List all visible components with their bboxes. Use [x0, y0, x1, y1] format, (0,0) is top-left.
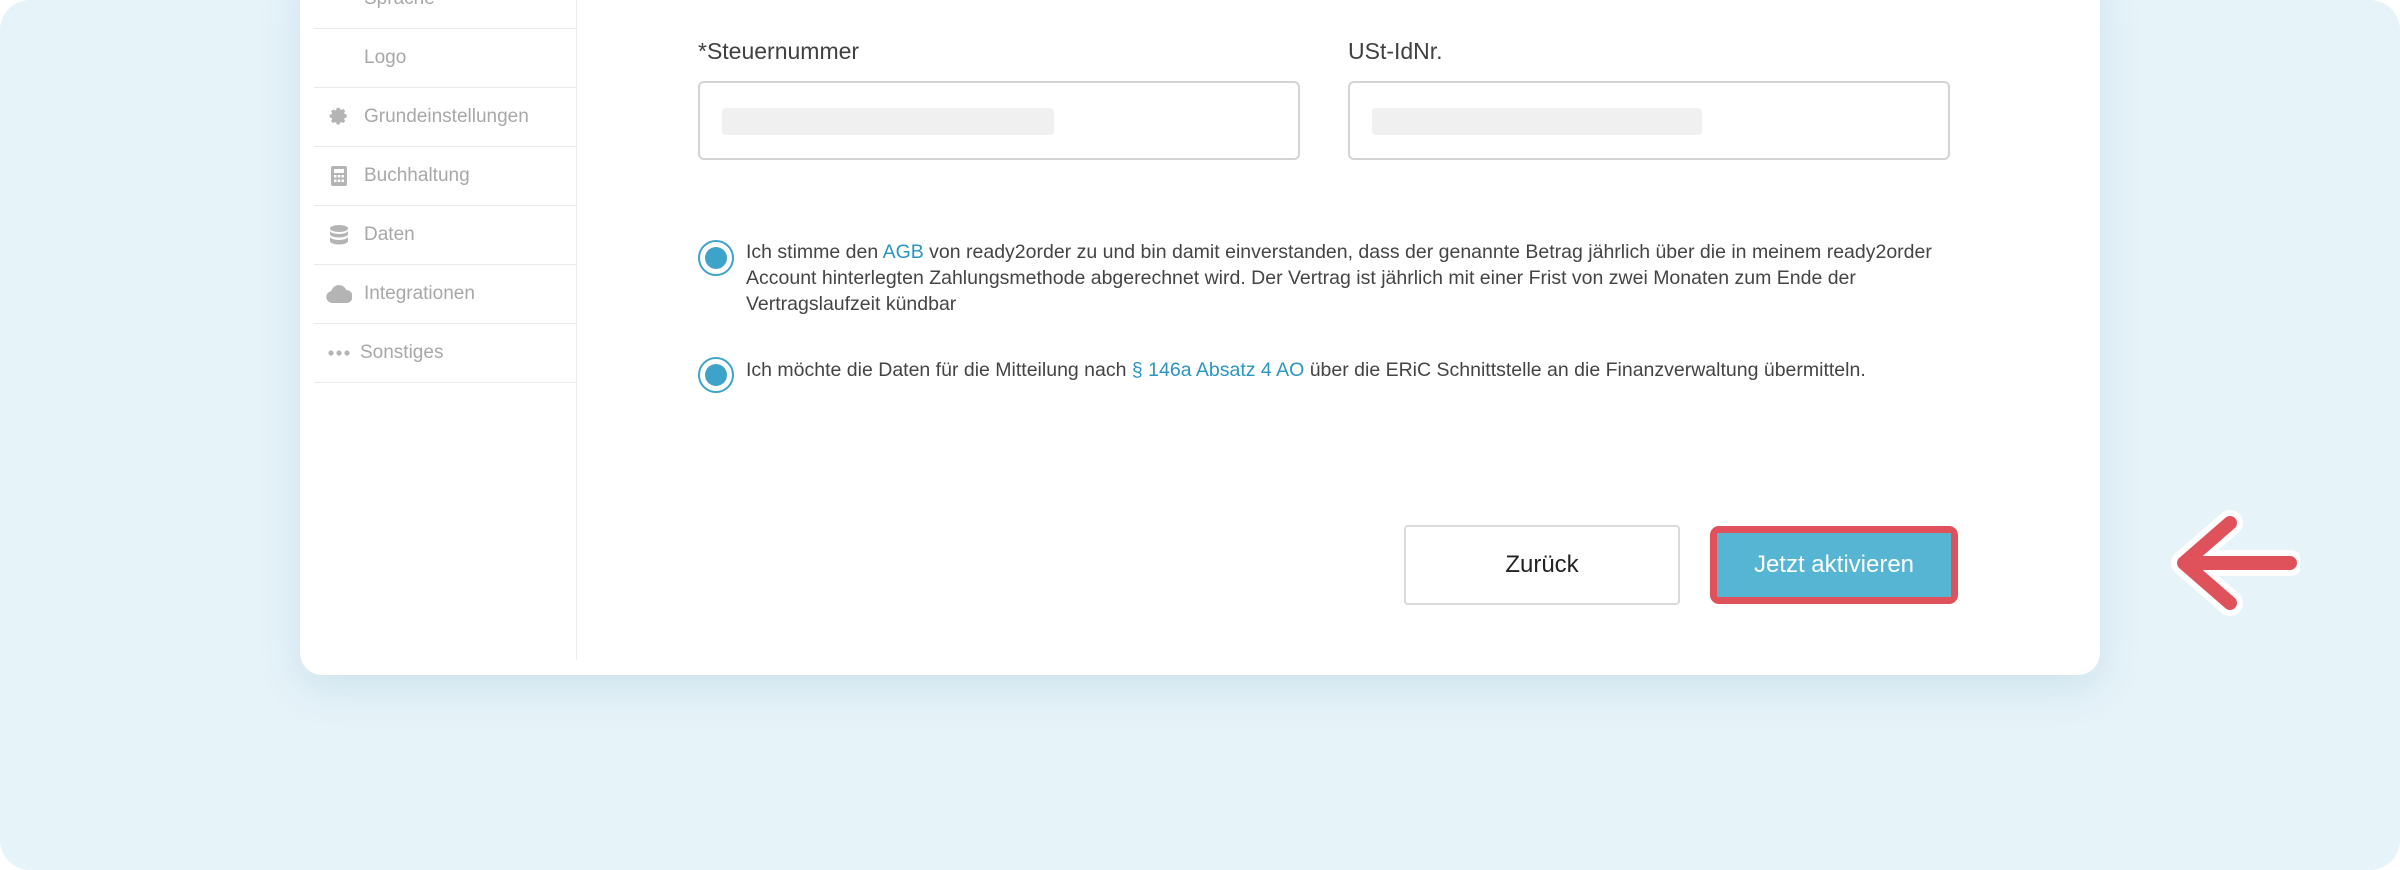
sidebar-item-label: Buchhaltung: [364, 165, 470, 186]
sidebar-item-grundeinstellungen[interactable]: Grundeinstellungen: [314, 88, 577, 147]
sidebar-item-daten[interactable]: Daten: [314, 206, 577, 265]
sidebar-item-sonstiges[interactable]: Sonstiges: [314, 324, 577, 383]
sidebar-item-label: Daten: [364, 224, 415, 245]
settings-sidebar: Sprache Logo Grundeinstellungen Buchhalt…: [300, 0, 577, 660]
ao-link[interactable]: § 146a Absatz 4 AO: [1132, 359, 1304, 381]
sidebar-item-integrationen[interactable]: Integrationen: [314, 265, 577, 324]
sidebar-item-label: Sprache: [364, 0, 435, 10]
tax-number-placeholder: [722, 108, 1054, 135]
tax-number-label: *Steuernummer: [698, 38, 860, 64]
vat-id-placeholder: [1372, 108, 1702, 135]
activate-button[interactable]: Jetzt aktivieren: [1717, 533, 1951, 597]
sidebar-item-label: Integrationen: [364, 283, 475, 304]
tax-number-field[interactable]: [698, 81, 1300, 160]
cloud-icon: [326, 283, 352, 305]
agb-consent-text: Ich stimme den AGB von ready2order zu un…: [746, 241, 1932, 315]
vat-id-label: USt-IdNr.: [1348, 38, 1443, 64]
arrow-left-icon: [2171, 510, 2300, 616]
database-icon: [326, 224, 352, 246]
sidebar-item-sprache[interactable]: Sprache: [314, 0, 577, 29]
sidebar-item-label: Sonstiges: [360, 342, 444, 363]
gear-icon: [326, 106, 352, 128]
more-dots-icon: [326, 342, 352, 364]
sidebar-item-label: Logo: [364, 47, 407, 68]
settings-card: Sprache Logo Grundeinstellungen Buchhalt…: [300, 0, 2100, 675]
agb-link[interactable]: AGB: [883, 241, 924, 263]
vat-id-field[interactable]: [1348, 81, 1950, 160]
sidebar-item-label: Grundeinstellungen: [364, 106, 529, 127]
calculator-icon: [326, 165, 352, 187]
sidebar-item-buchhaltung[interactable]: Buchhaltung: [314, 147, 577, 206]
back-button[interactable]: Zurück: [1404, 525, 1680, 605]
agb-consent-checkbox[interactable]: [698, 240, 734, 276]
eric-consent-text: Ich möchte die Daten für die Mitteilung …: [746, 359, 1866, 381]
sidebar-item-logo[interactable]: Logo: [314, 29, 577, 88]
eric-consent-checkbox[interactable]: [698, 357, 734, 393]
